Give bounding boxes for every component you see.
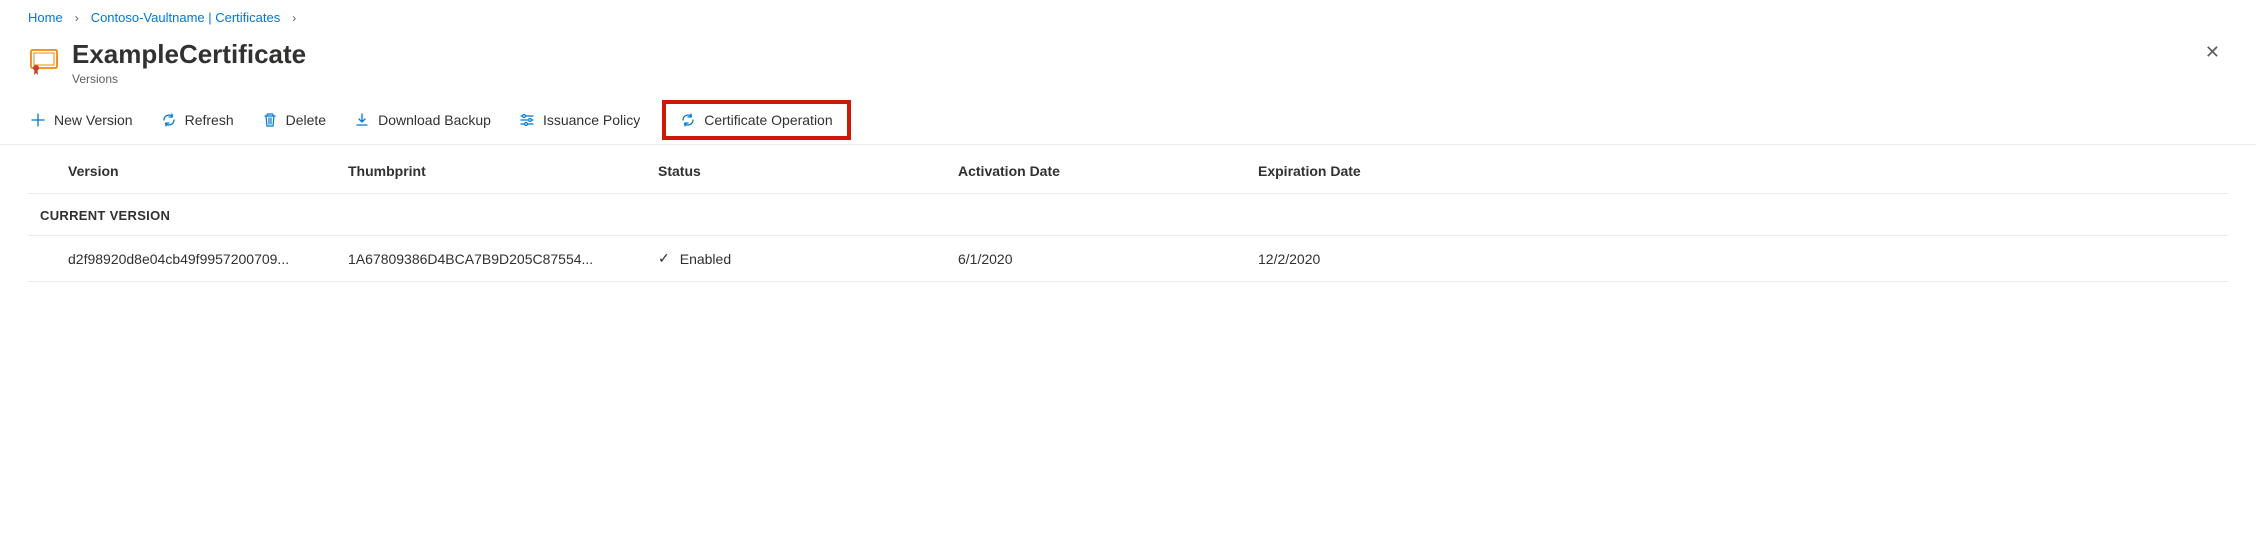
download-backup-button[interactable]: Download Backup [352,108,493,132]
cell-expiration: 12/2/2020 [1258,251,2228,267]
certificate-operation-button[interactable]: Certificate Operation [662,100,850,140]
delete-label: Delete [286,112,326,128]
plus-icon [30,112,46,128]
refresh-button[interactable]: Refresh [159,108,236,132]
table-row[interactable]: d2f98920d8e04cb49f9957200709... 1A678093… [28,236,2228,282]
chevron-right-icon: › [75,11,79,25]
certificate-icon [28,45,60,77]
breadcrumb-home[interactable]: Home [28,10,63,25]
page-title: ExampleCertificate [72,39,306,70]
breadcrumb: Home › Contoso-Vaultname | Certificates … [0,0,2256,33]
page-header: ExampleCertificate Versions ✕ [0,33,2256,88]
cell-activation: 6/1/2020 [958,251,1258,267]
issuance-policy-label: Issuance Policy [543,112,640,128]
breadcrumb-vault[interactable]: Contoso-Vaultname | Certificates [91,10,281,25]
certificate-operation-label: Certificate Operation [704,112,832,128]
col-header-status[interactable]: Status [658,163,958,179]
new-version-button[interactable]: New Version [28,108,135,132]
refresh-icon [161,112,177,128]
cell-status: Enabled [680,251,731,267]
close-button[interactable]: ✕ [2197,39,2228,65]
col-header-thumbprint[interactable]: Thumbprint [348,163,658,179]
col-header-activation[interactable]: Activation Date [958,163,1258,179]
new-version-label: New Version [54,112,133,128]
trash-icon [262,112,278,128]
versions-table: Version Thumbprint Status Activation Dat… [0,145,2256,282]
delete-button[interactable]: Delete [260,108,328,132]
issuance-policy-button[interactable]: Issuance Policy [517,108,642,132]
download-icon [354,112,370,128]
chevron-right-icon: › [292,11,296,25]
cell-version: d2f98920d8e04cb49f9957200709... [68,251,348,267]
download-backup-label: Download Backup [378,112,491,128]
toolbar: New Version Refresh Delete Download Back… [0,88,2256,145]
check-icon: ✓ [658,250,670,267]
col-header-expiration[interactable]: Expiration Date [1258,163,2228,179]
refresh-icon [680,112,696,128]
section-current-version: CURRENT VERSION [28,194,2228,236]
cell-thumbprint: 1A67809386D4BCA7B9D205C87554... [348,251,658,267]
refresh-label: Refresh [185,112,234,128]
page-subtitle: Versions [72,72,306,86]
table-header-row: Version Thumbprint Status Activation Dat… [28,145,2228,194]
sliders-icon [519,112,535,128]
col-header-version[interactable]: Version [68,163,348,179]
